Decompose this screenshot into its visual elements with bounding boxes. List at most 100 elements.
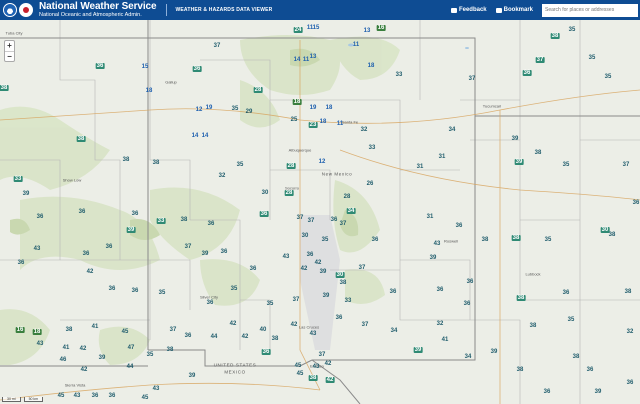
temperature-observation[interactable]: 36 <box>208 221 215 227</box>
temperature-observation[interactable]: 42 <box>230 321 237 327</box>
temperature-observation[interactable]: 36 <box>331 217 338 223</box>
agency-logos[interactable] <box>3 3 35 17</box>
temperature-observation[interactable]: 43 <box>74 393 81 399</box>
temperature-observation[interactable]: 35 <box>545 237 552 243</box>
temperature-observation[interactable]: 36 <box>185 333 192 339</box>
temperature-observation[interactable]: 38 <box>167 347 174 353</box>
temperature-observation[interactable]: 35 <box>267 301 274 307</box>
temperature-observation[interactable]: 39 <box>323 293 330 299</box>
temperature-observation[interactable]: 30 <box>262 190 269 196</box>
temperature-observation[interactable]: 36 <box>437 287 444 293</box>
temperature-observation[interactable]: 39 <box>512 136 519 142</box>
temperature-observation[interactable]: 38 <box>272 336 279 342</box>
temperature-observation[interactable]: 18 <box>368 63 375 69</box>
temperature-observation[interactable]: 38 <box>511 235 521 241</box>
temperature-observation[interactable]: 16 <box>376 25 386 31</box>
temperature-observation[interactable]: 36 <box>132 211 139 217</box>
temperature-observation[interactable]: 38 <box>308 375 318 381</box>
temperature-observation[interactable]: 30 <box>335 272 345 278</box>
temperature-observation[interactable]: 33 <box>13 176 23 182</box>
temperature-observation[interactable]: 36 <box>109 286 116 292</box>
temperature-observation[interactable]: 43 <box>310 331 317 337</box>
temperature-observation[interactable]: 37 <box>319 352 326 358</box>
temperature-observation[interactable]: 37 <box>297 215 304 221</box>
temperature-observation[interactable]: 36 <box>633 200 640 206</box>
temperature-observation[interactable]: 37 <box>623 162 630 168</box>
temperature-observation[interactable]: 36 <box>587 367 594 373</box>
temperature-observation[interactable]: 43 <box>313 364 320 370</box>
temperature-observation[interactable]: 38 <box>66 327 73 333</box>
temperature-observation[interactable]: 36 <box>336 315 343 321</box>
temperature-observation[interactable]: 36 <box>464 301 471 307</box>
temperature-observation[interactable]: 36 <box>207 300 214 306</box>
temperature-observation[interactable]: 34 <box>449 127 456 133</box>
bookmark-button[interactable]: Bookmark <box>495 7 533 13</box>
temperature-observation[interactable]: 42 <box>325 377 335 383</box>
temperature-observation[interactable]: 42 <box>87 269 94 275</box>
temperature-observation[interactable]: 39 <box>491 349 498 355</box>
temperature-observation[interactable]: 45 <box>122 329 129 335</box>
temperature-observation[interactable]: 19 <box>206 105 213 111</box>
temperature-observation[interactable]: 32 <box>627 329 634 335</box>
temperature-observation[interactable]: 38 <box>517 367 524 373</box>
temperature-observation[interactable]: 43 <box>153 386 160 392</box>
temperature-observation[interactable]: 38 <box>340 280 347 286</box>
temperature-observation[interactable]: 18 <box>146 88 153 94</box>
temperature-observation[interactable]: 35 <box>605 74 612 80</box>
temperature-observation[interactable]: 34 <box>391 328 398 334</box>
temperature-observation[interactable]: 36 <box>456 223 463 229</box>
temperature-observation[interactable]: 38 <box>625 289 632 295</box>
temperature-observation[interactable]: 36 <box>390 289 397 295</box>
temperature-observation[interactable]: 33 <box>156 218 166 224</box>
temperature-observation[interactable]: 43 <box>37 341 44 347</box>
temperature-observation[interactable]: 39 <box>202 251 209 257</box>
temperature-observation[interactable]: 41 <box>63 345 70 351</box>
temperature-observation[interactable]: 37 <box>340 221 347 227</box>
temperature-observation[interactable]: 42 <box>315 260 322 266</box>
temperature-observation[interactable]: 36 <box>522 70 532 76</box>
temperature-observation[interactable]: 13 <box>310 54 317 60</box>
temperature-observation[interactable]: 36 <box>627 380 634 386</box>
temperature-observation[interactable]: 18 <box>320 119 327 125</box>
temperature-observation[interactable]: 42 <box>242 334 249 340</box>
map-view[interactable]: + − New Mexico UNITED STATES MEXICO Tuba… <box>0 20 640 404</box>
temperature-observation[interactable]: 14 <box>294 57 301 63</box>
temperature-observation[interactable]: 42 <box>291 322 298 328</box>
temperature-observation[interactable]: 38 <box>0 85 9 91</box>
temperature-observation[interactable]: 15 <box>142 64 149 70</box>
temperature-observation[interactable]: 32 <box>219 173 226 179</box>
temperature-observation[interactable]: 36 <box>259 211 269 217</box>
temperature-observation[interactable]: 36 <box>95 63 105 69</box>
temperature-observation[interactable]: 36 <box>221 249 228 255</box>
temperature-observation[interactable]: 38 <box>482 237 489 243</box>
temperature-observation[interactable]: 38 <box>76 136 86 142</box>
temperature-observation[interactable]: 16 <box>15 327 25 333</box>
temperature-observation[interactable]: 15 <box>313 25 320 31</box>
temperature-observation[interactable]: 36 <box>467 279 474 285</box>
temperature-observation[interactable]: 45 <box>58 393 65 399</box>
temperature-observation[interactable]: 14 <box>202 133 209 139</box>
temperature-observation[interactable]: 42 <box>80 346 87 352</box>
temperature-observation[interactable]: 45 <box>297 371 304 377</box>
temperature-observation[interactable]: 36 <box>37 214 44 220</box>
search-input[interactable] <box>542 3 638 17</box>
temperature-observation[interactable]: 37 <box>293 297 300 303</box>
temperature-observation[interactable]: 36 <box>109 393 116 399</box>
temperature-observation[interactable]: 30 <box>302 233 309 239</box>
temperature-observation[interactable]: 38 <box>153 160 160 166</box>
temperature-observation[interactable]: 23 <box>308 122 318 128</box>
zoom-in-button[interactable]: + <box>5 41 14 51</box>
temperature-observation[interactable]: 38 <box>123 157 130 163</box>
temperature-observation[interactable]: 38 <box>573 354 580 360</box>
temperature-observation[interactable]: 37 <box>308 218 315 224</box>
temperature-observation[interactable]: 28 <box>253 87 263 93</box>
temperature-observation[interactable]: 37 <box>170 327 177 333</box>
temperature-observation[interactable]: 42 <box>301 266 308 272</box>
temperature-observation[interactable]: 34 <box>346 208 356 214</box>
temperature-observation[interactable]: 43 <box>34 246 41 252</box>
zoom-out-button[interactable]: − <box>5 51 14 61</box>
temperature-observation[interactable]: 31 <box>439 154 446 160</box>
temperature-observation[interactable]: 35 <box>569 27 576 33</box>
temperature-observation[interactable]: 36 <box>83 251 90 257</box>
temperature-observation[interactable]: 39 <box>126 227 136 233</box>
